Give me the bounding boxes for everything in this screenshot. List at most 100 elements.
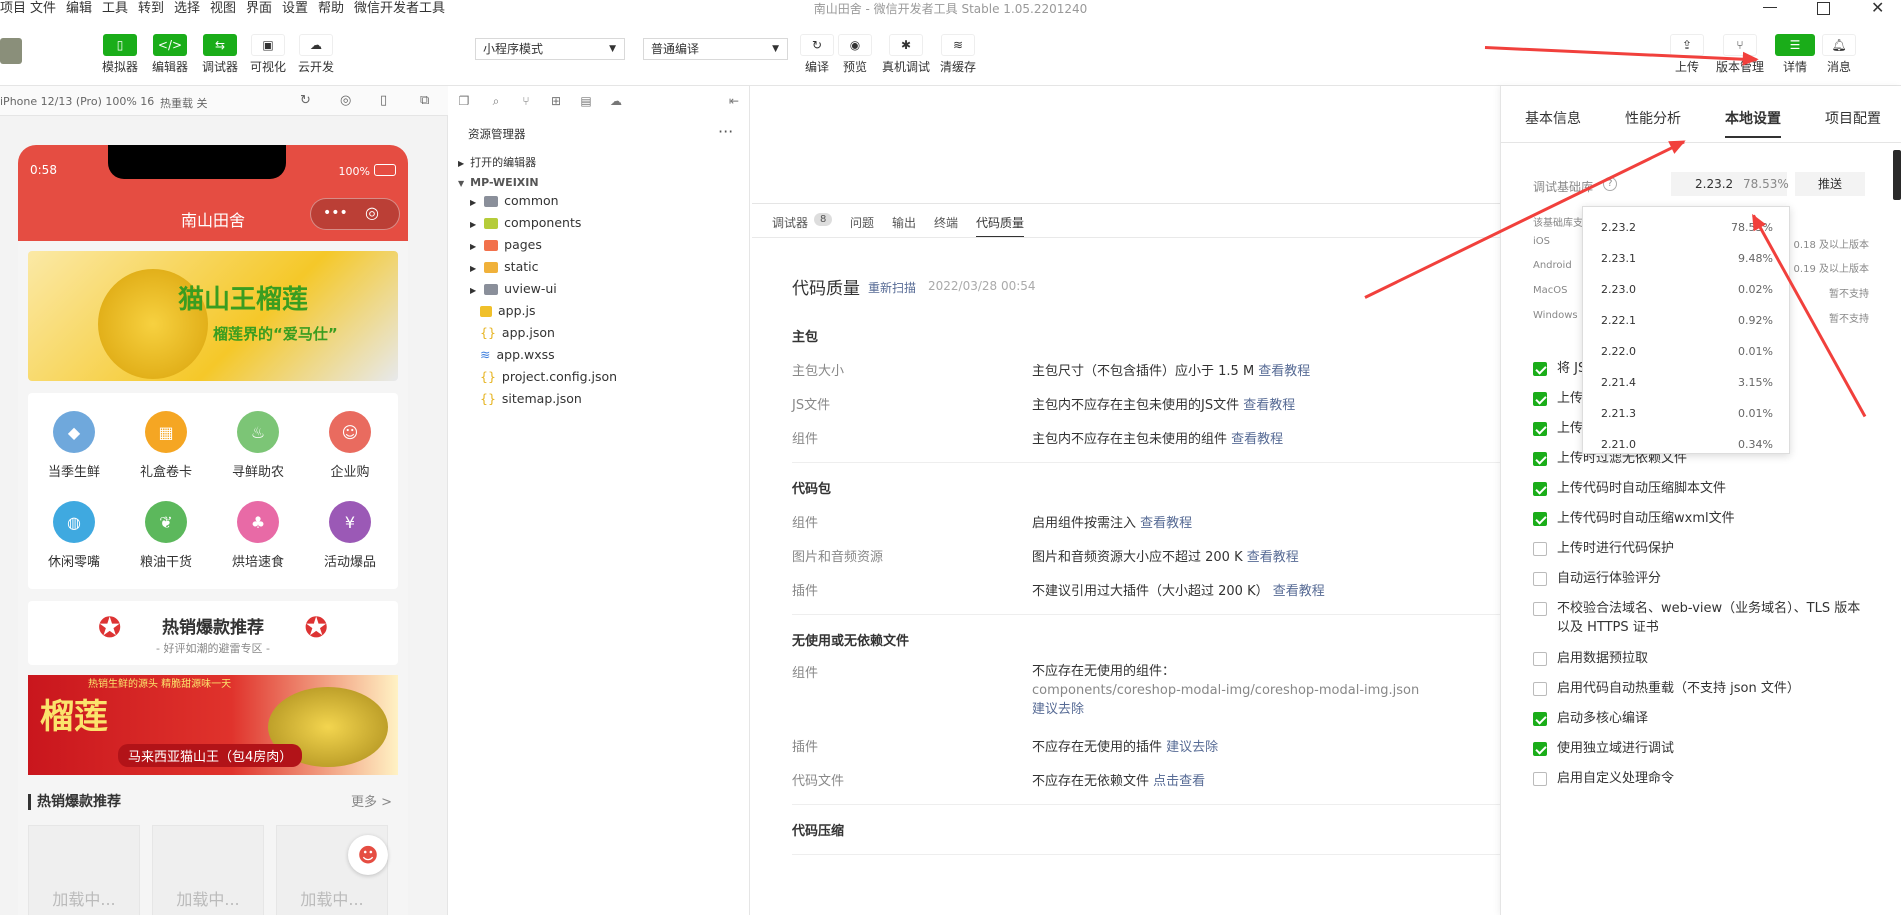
tab-performance[interactable]: 性能分析 [1625, 108, 1681, 128]
folder-common[interactable]: ▶ common [470, 190, 770, 212]
remove-link[interactable]: 建议去除 [1032, 702, 1084, 717]
push-button[interactable]: 推送 [1795, 172, 1865, 196]
visual-button[interactable]: ▣ 可视化 [250, 34, 286, 75]
category-item[interactable]: ☺ 企业购 [304, 411, 396, 480]
compile-button[interactable]: ↻ 编译 [800, 34, 834, 75]
menu-view[interactable]: 视图 [210, 0, 236, 18]
clear-cache-button[interactable]: ≋ 清缓存 [940, 34, 976, 75]
tutorial-link[interactable]: 查看教程 [1140, 516, 1192, 531]
dropdown-option[interactable]: 2.23.1 9.48% [1601, 252, 1773, 265]
menu-file[interactable]: 文件 [30, 0, 56, 18]
open-editors[interactable]: ▶ 打开的编辑器 [458, 152, 758, 174]
remove-link[interactable]: 建议去除 [1166, 740, 1218, 755]
category-item[interactable]: ❦ 粮油干货 [120, 501, 212, 570]
file-app-json[interactable]: {} app.json [480, 322, 780, 344]
dropdown-option[interactable]: 2.23.278.53% [1601, 221, 1773, 234]
tab-output[interactable]: 输出 [892, 214, 916, 231]
category-item[interactable]: ¥ 活动爆品 [304, 501, 396, 570]
checkbox[interactable] [1533, 712, 1547, 726]
category-item[interactable]: ◍ 休闲零嘴 [28, 501, 120, 570]
close-icon[interactable]: ✕ [1871, 0, 1884, 17]
minimize-icon[interactable] [1763, 7, 1777, 8]
rescan-link[interactable]: 重新扫描 [868, 279, 916, 296]
dropdown-option[interactable]: 2.23.0 0.02% [1601, 283, 1773, 296]
checkbox[interactable] [1533, 392, 1547, 406]
folder-uview-ui[interactable]: ▶ uview-ui [470, 278, 770, 300]
folder-static[interactable]: ▶ static [470, 256, 770, 278]
customer-service-icon[interactable]: ☻ [348, 835, 388, 875]
tutorial-link[interactable]: 查看教程 [1247, 550, 1299, 565]
file-project-config[interactable]: {} project.config.json [480, 366, 780, 388]
git-icon[interactable]: ⑂ [518, 94, 534, 110]
checkbox[interactable] [1533, 772, 1547, 786]
checkbox[interactable] [1533, 682, 1547, 696]
search-icon[interactable]: ⌕ [488, 94, 504, 110]
checkbox[interactable] [1533, 482, 1547, 496]
product-card[interactable]: 加载中... [28, 825, 140, 915]
dropdown-option[interactable]: 2.22.0 0.01% [1601, 345, 1773, 358]
menu-settings[interactable]: 设置 [282, 0, 308, 18]
menu-devtools[interactable]: 微信开发者工具 [354, 0, 445, 18]
tab-local-settings[interactable]: 本地设置 [1725, 108, 1781, 138]
more-icon[interactable]: ··· [718, 122, 733, 141]
file-app-js[interactable]: app.js [480, 300, 780, 322]
view-link[interactable]: 点击查看 [1153, 774, 1205, 789]
close-circle-icon[interactable]: ◎ [365, 203, 379, 222]
checkbox[interactable] [1533, 422, 1547, 436]
file-sitemap[interactable]: {} sitemap.json [480, 388, 780, 410]
extensions-icon[interactable]: ⊞ [548, 94, 564, 110]
phone-icon[interactable]: ▯ [380, 93, 387, 108]
product-card[interactable]: 加载中... [152, 825, 264, 915]
menu-goto[interactable]: 转到 [138, 0, 164, 18]
capsule-menu[interactable]: ••• ◎ [310, 198, 400, 230]
promo-banner[interactable]: 热销生鲜的源头 精脆甜源味一天 榴莲 马来西亚猫山王（包4房肉） [28, 675, 398, 775]
split-icon[interactable]: ⇤ [726, 94, 742, 110]
checkbox[interactable] [1533, 742, 1547, 756]
hot-reload-select[interactable]: 热重载 关 [160, 95, 208, 111]
menu-project[interactable]: 项目 [0, 0, 26, 18]
category-item[interactable]: ▦ 礼盒卷卡 [120, 411, 212, 480]
mode-select[interactable]: 小程序模式 ▼ [475, 38, 625, 60]
checkbox[interactable] [1533, 572, 1547, 586]
tab-basic-info[interactable]: 基本信息 [1525, 108, 1581, 128]
storage-icon[interactable]: ▤ [578, 94, 594, 110]
device-select[interactable]: iPhone 12/13 (Pro) 100% 16 [0, 95, 154, 108]
dropdown-option[interactable]: 2.21.0 0.34% [1601, 438, 1773, 451]
popout-icon[interactable]: ⧉ [420, 93, 429, 108]
dropdown-option[interactable]: 2.21.3 0.01% [1601, 407, 1773, 420]
scrollbar[interactable] [1893, 150, 1901, 200]
dropdown-option[interactable]: 2.22.1 0.92% [1601, 314, 1773, 327]
menu-edit[interactable]: 编辑 [66, 0, 92, 18]
lib-version-select[interactable]: 2.23.2 78.53% [1671, 172, 1789, 196]
checkbox[interactable] [1533, 542, 1547, 556]
folder-components[interactable]: ▶ components [470, 212, 770, 234]
more-link[interactable]: 更多 > [351, 791, 392, 810]
tutorial-link[interactable]: 查看教程 [1273, 584, 1325, 599]
tab-project-config[interactable]: 项目配置 [1825, 108, 1881, 128]
category-item[interactable]: ♨ 寻鲜助农 [212, 411, 304, 480]
checkbox[interactable] [1533, 452, 1547, 466]
more-icon[interactable]: ••• [323, 205, 348, 221]
compile-select[interactable]: 普通编译 ▼ [643, 38, 788, 60]
tab-terminal[interactable]: 终端 [934, 214, 958, 231]
checkbox[interactable] [1533, 362, 1547, 376]
menu-select[interactable]: 选择 [174, 0, 200, 18]
folder-pages[interactable]: ▶ pages [470, 234, 770, 256]
dropdown-option[interactable]: 2.21.4 3.15% [1601, 376, 1773, 389]
checkbox[interactable] [1533, 512, 1547, 526]
banner[interactable]: 猫山王榴莲 榴莲界的“爱马仕” [28, 251, 398, 381]
simulator-button[interactable]: ▯ 模拟器 [102, 34, 138, 75]
menu-help[interactable]: 帮助 [318, 0, 344, 18]
tab-issues[interactable]: 问题 [850, 214, 874, 231]
cloud-icon[interactable]: ☁ [608, 94, 624, 110]
menu-interface[interactable]: 界面 [246, 0, 272, 18]
tutorial-link[interactable]: 查看教程 [1231, 432, 1283, 447]
record-icon[interactable]: ◎ [340, 93, 351, 108]
cloud-button[interactable]: ☁ 云开发 [298, 34, 334, 75]
file-app-wxss[interactable]: ≋ app.wxss [480, 344, 780, 366]
category-item[interactable]: ◆ 当季生鲜 [28, 411, 120, 480]
tab-code-quality[interactable]: 代码质量 [976, 214, 1025, 237]
menu-tools[interactable]: 工具 [102, 0, 128, 18]
category-item[interactable]: ♣ 烘培速食 [212, 501, 304, 570]
maximize-icon[interactable] [1817, 2, 1830, 15]
